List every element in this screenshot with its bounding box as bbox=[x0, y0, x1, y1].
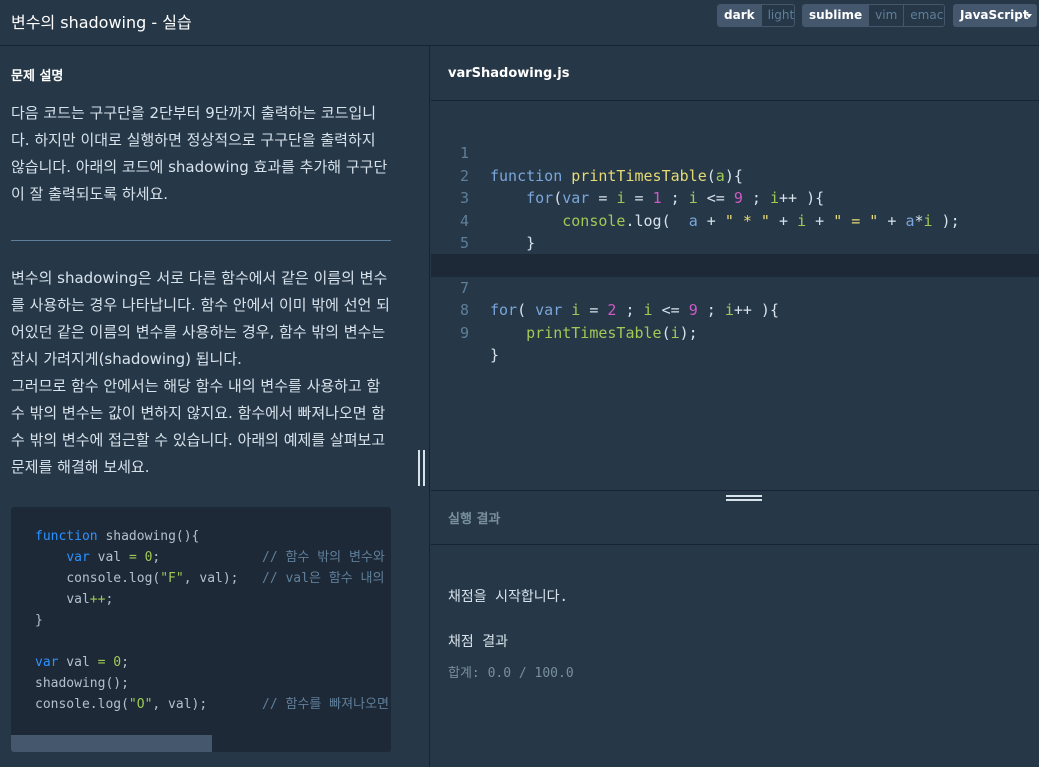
divider bbox=[11, 240, 391, 241]
vertical-resize-handle[interactable] bbox=[417, 450, 426, 486]
divider bbox=[431, 544, 1039, 545]
example-code: function shadowing(){ var val = 0; // 함수… bbox=[35, 529, 389, 712]
file-tab[interactable]: varShadowing.js bbox=[448, 66, 569, 81]
keymap-toggle: sublime vim emacs bbox=[802, 4, 945, 27]
code-line[interactable]: 2 for(var = i = 1 ; i <= 9 ; i++ ){ bbox=[431, 142, 1039, 207]
example-scrollbar-thumb[interactable] bbox=[11, 735, 212, 752]
code-line[interactable]: 4 } bbox=[431, 187, 1039, 252]
caret-down-icon bbox=[1026, 14, 1032, 18]
code-line[interactable]: 8 printTimesTable(i); bbox=[431, 277, 1039, 341]
code-line[interactable]: 6 bbox=[431, 232, 1039, 274]
problem-paragraph: 다음 코드는 구구단을 2단부터 9단까지 출력하는 코드입니다. 하지만 이대… bbox=[11, 104, 388, 203]
result-title: 실행 결과 bbox=[448, 512, 501, 527]
code-line[interactable]: 5 } bbox=[431, 210, 1039, 274]
problem-section-title: 문제 설명 bbox=[11, 69, 64, 84]
result-score: 합계: 0.0 / 100.0 bbox=[448, 666, 574, 681]
code-line[interactable]: 1 function printTimesTable(a){ bbox=[431, 120, 1039, 184]
code-line[interactable]: 3 console.log( a + " * " + i + " = " + a… bbox=[431, 165, 1039, 229]
keymap-sublime-button[interactable]: sublime bbox=[803, 5, 869, 26]
theme-dark-button[interactable]: dark bbox=[718, 5, 761, 26]
shadowing-explanation: 변수의 shadowing은 서로 다른 함수에서 같은 이름의 변수를 사용하… bbox=[11, 265, 391, 481]
explanation-line-2: 그러므로 함수 안에서는 해당 함수 내의 변수를 사용하고 함수 밖의 변수는… bbox=[11, 377, 386, 476]
result-output-heading: 채점 결과 bbox=[448, 634, 508, 650]
language-label: JavaScript bbox=[960, 8, 1029, 22]
result-output-start: 채점을 시작합니다. bbox=[448, 589, 568, 605]
code-line[interactable]: 9 } bbox=[431, 299, 1039, 364]
code-editor-panel: varShadowing.js 1 function printTimesTab… bbox=[431, 46, 1039, 490]
explanation-line-1: 변수의 shadowing은 서로 다른 함수에서 같은 이름의 변수를 사용하… bbox=[11, 269, 390, 368]
language-dropdown[interactable]: JavaScript bbox=[953, 4, 1037, 27]
keymap-vim-button[interactable]: vim bbox=[868, 5, 903, 26]
code-editor[interactable]: 1 function printTimesTable(a){ 2 for(var… bbox=[431, 120, 1039, 364]
example-code-block: function shadowing(){ var val = 0; // 함수… bbox=[11, 507, 391, 752]
problem-panel: 문제 설명 다음 코드는 구구단을 2단부터 9단까지 출력하는 코드입니다. … bbox=[0, 46, 430, 767]
code-line-active[interactable]: 7 for( var i = 2 ; i <= 9 ; i++ ){ bbox=[431, 254, 1039, 319]
keymap-emacs-button[interactable]: emacs bbox=[903, 5, 944, 26]
result-panel: 실행 결과 채점을 시작합니다. 채점 결과 합계: 0.0 / 100.0 bbox=[431, 490, 1039, 767]
top-header: 변수의 shadowing - 실습 dark light sublime vi… bbox=[0, 0, 1039, 46]
theme-toggle: dark light bbox=[717, 4, 795, 27]
page-title: 변수의 shadowing - 실습 bbox=[11, 13, 192, 32]
divider bbox=[431, 100, 1039, 101]
horizontal-resize-handle[interactable] bbox=[726, 494, 762, 503]
theme-light-button[interactable]: light bbox=[760, 5, 794, 26]
